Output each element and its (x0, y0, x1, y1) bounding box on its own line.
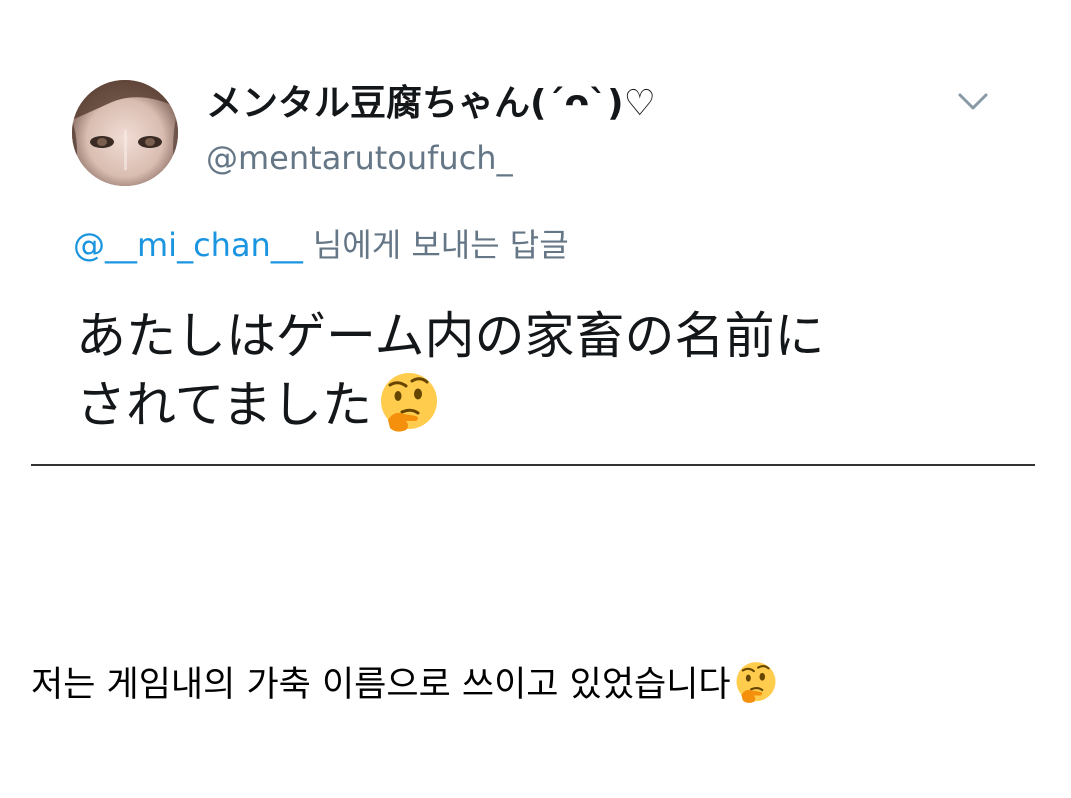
chevron-down-icon[interactable] (956, 86, 990, 116)
thinking-face-icon (376, 370, 442, 436)
thinking-face-icon (733, 660, 779, 706)
tweet-text-line: されてました (76, 370, 996, 439)
tweet-text-line: あたしはゲーム内の家畜の名前に (76, 307, 825, 365)
caption-text: 저는 게임내의 가축 이름으로 쓰이고 있었습니다 (31, 665, 731, 705)
user-handle[interactable]: @mentarutoufuch_ (206, 138, 513, 178)
reply-mention-link[interactable]: @__mi_chan__ (73, 226, 303, 264)
tweet-text-segment: されてました (76, 376, 372, 434)
reply-context: @__mi_chan__ 님에게 보내는 답글 (73, 224, 569, 266)
display-name[interactable]: メンタル豆腐ちゃん(´ᴖ`)♡ (206, 82, 656, 126)
avatar[interactable] (72, 80, 178, 186)
tweet-text: あたしはゲーム内の家畜の名前に されてました (76, 302, 996, 439)
divider (31, 464, 1035, 466)
reply-label: 님에게 보내는 답글 (312, 226, 569, 264)
caption: 저는 게임내의 가축 이름으로 쓰이고 있었습니다 (31, 660, 779, 710)
